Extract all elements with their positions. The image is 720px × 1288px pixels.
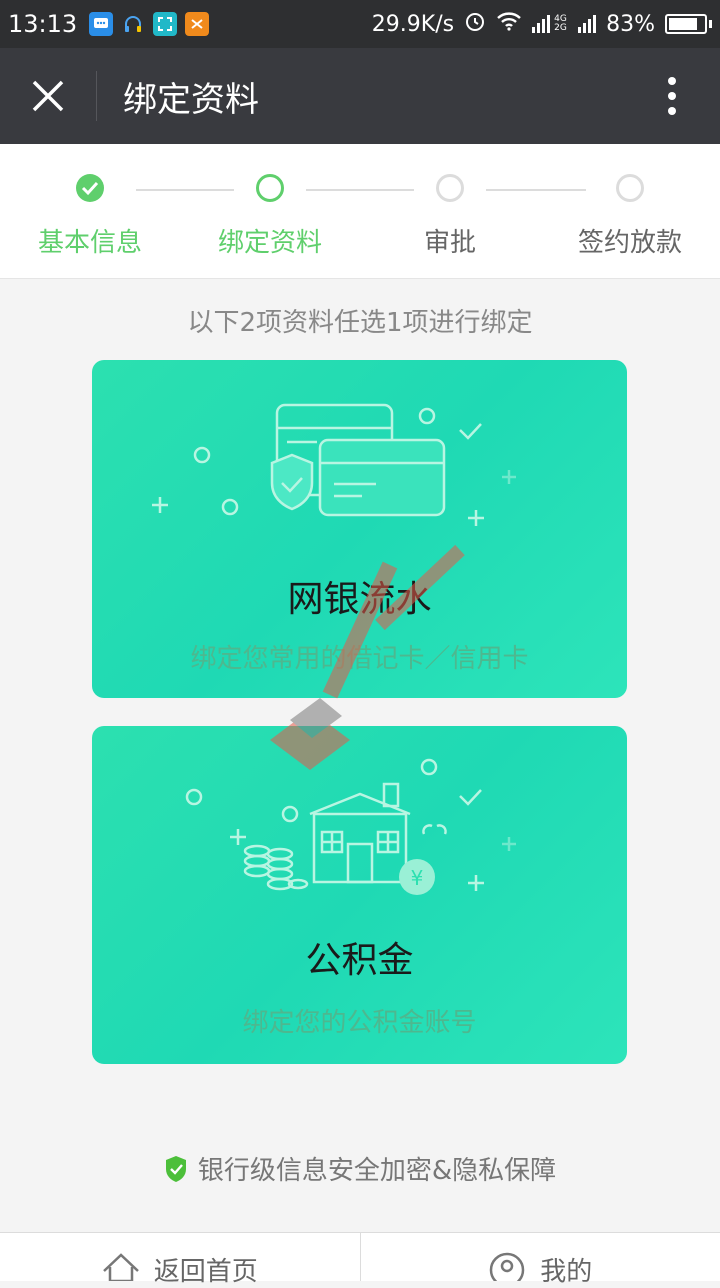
check-icon bbox=[76, 174, 104, 202]
status-right: 29.9K/s 4G 2G 83% bbox=[372, 10, 712, 38]
shield-check-icon bbox=[164, 1155, 188, 1183]
pending-step-icon bbox=[436, 174, 464, 202]
app-header: 绑定资料 bbox=[0, 48, 720, 144]
step-connector bbox=[306, 189, 414, 191]
svg-text:¥: ¥ bbox=[411, 866, 424, 890]
header-divider bbox=[96, 71, 97, 121]
network-type: 4G 2G bbox=[554, 15, 568, 33]
profile-icon bbox=[488, 1251, 526, 1281]
status-app-icons bbox=[89, 12, 209, 36]
headset-app-icon bbox=[121, 12, 145, 36]
step-connector bbox=[136, 189, 234, 191]
security-note: 银行级信息安全加密&隐私保障 bbox=[0, 1150, 720, 1187]
status-bar: 13:13 29.9K/s 4G 2G 83% bbox=[0, 0, 720, 48]
housing-fund-card[interactable]: ¥ 公积金 绑定您的公积金账号 bbox=[92, 726, 627, 1064]
transfer-app-icon bbox=[185, 12, 209, 36]
chat-app-icon bbox=[89, 12, 113, 36]
intro-text: 以下2项资料任选1项进行绑定 bbox=[0, 302, 720, 339]
step-label: 基本信息 bbox=[0, 222, 180, 259]
battery-percent: 83% bbox=[606, 12, 655, 37]
signal-icon-1: 4G 2G bbox=[532, 15, 568, 33]
scan-app-icon bbox=[153, 12, 177, 36]
tab-profile[interactable]: 我的 bbox=[361, 1233, 720, 1281]
current-step-icon bbox=[256, 174, 284, 202]
progress-steps: 基本信息 绑定资料 审批 签约放款 bbox=[0, 144, 720, 279]
alarm-icon bbox=[464, 10, 486, 38]
battery-icon bbox=[665, 14, 712, 34]
security-text: 银行级信息安全加密&隐私保障 bbox=[198, 1150, 556, 1187]
network-speed: 29.9K/s bbox=[372, 12, 454, 37]
tab-label: 返回首页 bbox=[154, 1251, 258, 1288]
step-connector bbox=[486, 189, 586, 191]
home-icon bbox=[102, 1251, 140, 1281]
bank-statement-card[interactable]: 网银流水 绑定您常用的借记卡／信用卡 bbox=[92, 360, 627, 698]
signal-icon-2 bbox=[578, 15, 596, 33]
bottom-tab-bar: 返回首页 我的 bbox=[0, 1232, 720, 1281]
more-vertical-icon bbox=[667, 76, 677, 116]
close-button[interactable] bbox=[0, 48, 96, 144]
step-label: 签约放款 bbox=[540, 222, 720, 259]
status-time: 13:13 bbox=[8, 10, 77, 38]
pending-step-icon bbox=[616, 174, 644, 202]
step-label: 绑定资料 bbox=[180, 222, 360, 259]
tab-label: 我的 bbox=[540, 1251, 592, 1288]
card-title: 公积金 bbox=[92, 931, 627, 983]
page-title: 绑定资料 bbox=[123, 72, 259, 121]
close-icon bbox=[31, 79, 65, 113]
card-title: 网银流水 bbox=[92, 570, 627, 622]
card-description: 绑定您的公积金账号 bbox=[92, 1002, 627, 1039]
card-description: 绑定您常用的借记卡／信用卡 bbox=[92, 638, 627, 675]
step-label: 审批 bbox=[360, 222, 540, 259]
wifi-icon bbox=[496, 11, 522, 37]
more-button[interactable] bbox=[624, 48, 720, 144]
tab-home[interactable]: 返回首页 bbox=[0, 1233, 360, 1281]
